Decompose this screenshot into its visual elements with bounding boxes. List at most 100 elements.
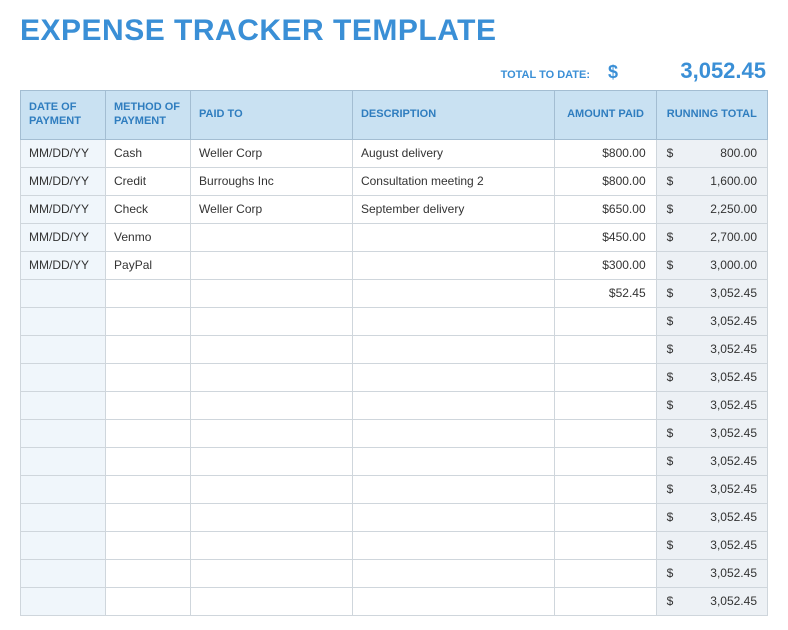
cell-desc[interactable] xyxy=(352,447,554,475)
cell-running[interactable]: $3,052.45 xyxy=(656,307,767,335)
cell-running[interactable]: $800.00 xyxy=(656,139,767,167)
cell-date[interactable] xyxy=(21,447,106,475)
cell-paidto[interactable] xyxy=(191,475,353,503)
cell-paidto[interactable] xyxy=(191,223,353,251)
cell-method[interactable] xyxy=(106,475,191,503)
cell-date[interactable] xyxy=(21,363,106,391)
cell-paidto[interactable] xyxy=(191,279,353,307)
cell-date[interactable] xyxy=(21,307,106,335)
cell-running[interactable]: $3,052.45 xyxy=(656,587,767,615)
cell-date[interactable] xyxy=(21,279,106,307)
cell-date[interactable] xyxy=(21,503,106,531)
cell-method[interactable] xyxy=(106,531,191,559)
cell-desc[interactable] xyxy=(352,223,554,251)
cell-amount[interactable] xyxy=(555,335,656,363)
cell-amount[interactable]: $650.00 xyxy=(555,195,656,223)
cell-method[interactable]: Check xyxy=(106,195,191,223)
cell-amount[interactable] xyxy=(555,419,656,447)
cell-method[interactable] xyxy=(106,419,191,447)
cell-date[interactable] xyxy=(21,335,106,363)
cell-running[interactable]: $2,250.00 xyxy=(656,195,767,223)
cell-paidto[interactable]: Weller Corp xyxy=(191,139,353,167)
cell-date[interactable]: MM/DD/YY xyxy=(21,139,106,167)
cell-running[interactable]: $3,052.45 xyxy=(656,475,767,503)
cell-amount[interactable]: $450.00 xyxy=(555,223,656,251)
cell-amount[interactable] xyxy=(555,447,656,475)
cell-running[interactable]: $3,052.45 xyxy=(656,447,767,475)
cell-running[interactable]: $3,052.45 xyxy=(656,335,767,363)
cell-date[interactable]: MM/DD/YY xyxy=(21,223,106,251)
cell-paidto[interactable] xyxy=(191,559,353,587)
cell-desc[interactable] xyxy=(352,475,554,503)
cell-running[interactable]: $3,052.45 xyxy=(656,279,767,307)
cell-date[interactable] xyxy=(21,559,106,587)
cell-desc[interactable] xyxy=(352,279,554,307)
cell-date[interactable]: MM/DD/YY xyxy=(21,251,106,279)
cell-method[interactable] xyxy=(106,391,191,419)
cell-method[interactable]: Venmo xyxy=(106,223,191,251)
cell-desc[interactable] xyxy=(352,335,554,363)
cell-running[interactable]: $2,700.00 xyxy=(656,223,767,251)
cell-amount[interactable] xyxy=(555,363,656,391)
cell-date[interactable]: MM/DD/YY xyxy=(21,167,106,195)
cell-date[interactable] xyxy=(21,475,106,503)
cell-method[interactable] xyxy=(106,279,191,307)
cell-amount[interactable] xyxy=(555,475,656,503)
cell-desc[interactable] xyxy=(352,531,554,559)
cell-date[interactable] xyxy=(21,419,106,447)
cell-amount[interactable] xyxy=(555,559,656,587)
cell-amount[interactable]: $52.45 xyxy=(555,279,656,307)
cell-desc[interactable] xyxy=(352,419,554,447)
cell-desc[interactable] xyxy=(352,391,554,419)
cell-desc[interactable]: September delivery xyxy=(352,195,554,223)
cell-date[interactable] xyxy=(21,531,106,559)
cell-desc[interactable]: August delivery xyxy=(352,139,554,167)
cell-paidto[interactable] xyxy=(191,587,353,615)
cell-method[interactable] xyxy=(106,587,191,615)
cell-method[interactable] xyxy=(106,363,191,391)
cell-method[interactable] xyxy=(106,307,191,335)
cell-method[interactable] xyxy=(106,503,191,531)
cell-paidto[interactable] xyxy=(191,503,353,531)
cell-desc[interactable] xyxy=(352,251,554,279)
cell-desc[interactable] xyxy=(352,587,554,615)
cell-running[interactable]: $3,052.45 xyxy=(656,391,767,419)
cell-paidto[interactable] xyxy=(191,391,353,419)
cell-amount[interactable] xyxy=(555,587,656,615)
cell-date[interactable]: MM/DD/YY xyxy=(21,195,106,223)
cell-running[interactable]: $1,600.00 xyxy=(656,167,767,195)
cell-paidto[interactable] xyxy=(191,447,353,475)
cell-paidto[interactable]: Weller Corp xyxy=(191,195,353,223)
cell-desc[interactable]: Consultation meeting 2 xyxy=(352,167,554,195)
cell-date[interactable] xyxy=(21,587,106,615)
cell-method[interactable] xyxy=(106,335,191,363)
cell-method[interactable] xyxy=(106,559,191,587)
cell-running[interactable]: $3,052.45 xyxy=(656,503,767,531)
cell-running[interactable]: $3,000.00 xyxy=(656,251,767,279)
cell-amount[interactable] xyxy=(555,531,656,559)
cell-paidto[interactable] xyxy=(191,363,353,391)
cell-amount[interactable] xyxy=(555,503,656,531)
cell-running[interactable]: $3,052.45 xyxy=(656,559,767,587)
cell-paidto[interactable] xyxy=(191,531,353,559)
cell-amount[interactable]: $800.00 xyxy=(555,139,656,167)
cell-running[interactable]: $3,052.45 xyxy=(656,363,767,391)
cell-desc[interactable] xyxy=(352,363,554,391)
cell-method[interactable]: Credit xyxy=(106,167,191,195)
cell-paidto[interactable]: Burroughs Inc xyxy=(191,167,353,195)
cell-running[interactable]: $3,052.45 xyxy=(656,531,767,559)
cell-desc[interactable] xyxy=(352,307,554,335)
cell-paidto[interactable] xyxy=(191,419,353,447)
cell-amount[interactable]: $800.00 xyxy=(555,167,656,195)
cell-method[interactable] xyxy=(106,447,191,475)
cell-amount[interactable]: $300.00 xyxy=(555,251,656,279)
cell-paidto[interactable] xyxy=(191,335,353,363)
cell-method[interactable]: Cash xyxy=(106,139,191,167)
cell-desc[interactable] xyxy=(352,503,554,531)
cell-running[interactable]: $3,052.45 xyxy=(656,419,767,447)
cell-desc[interactable] xyxy=(352,559,554,587)
cell-amount[interactable] xyxy=(555,391,656,419)
cell-date[interactable] xyxy=(21,391,106,419)
cell-amount[interactable] xyxy=(555,307,656,335)
cell-method[interactable]: PayPal xyxy=(106,251,191,279)
